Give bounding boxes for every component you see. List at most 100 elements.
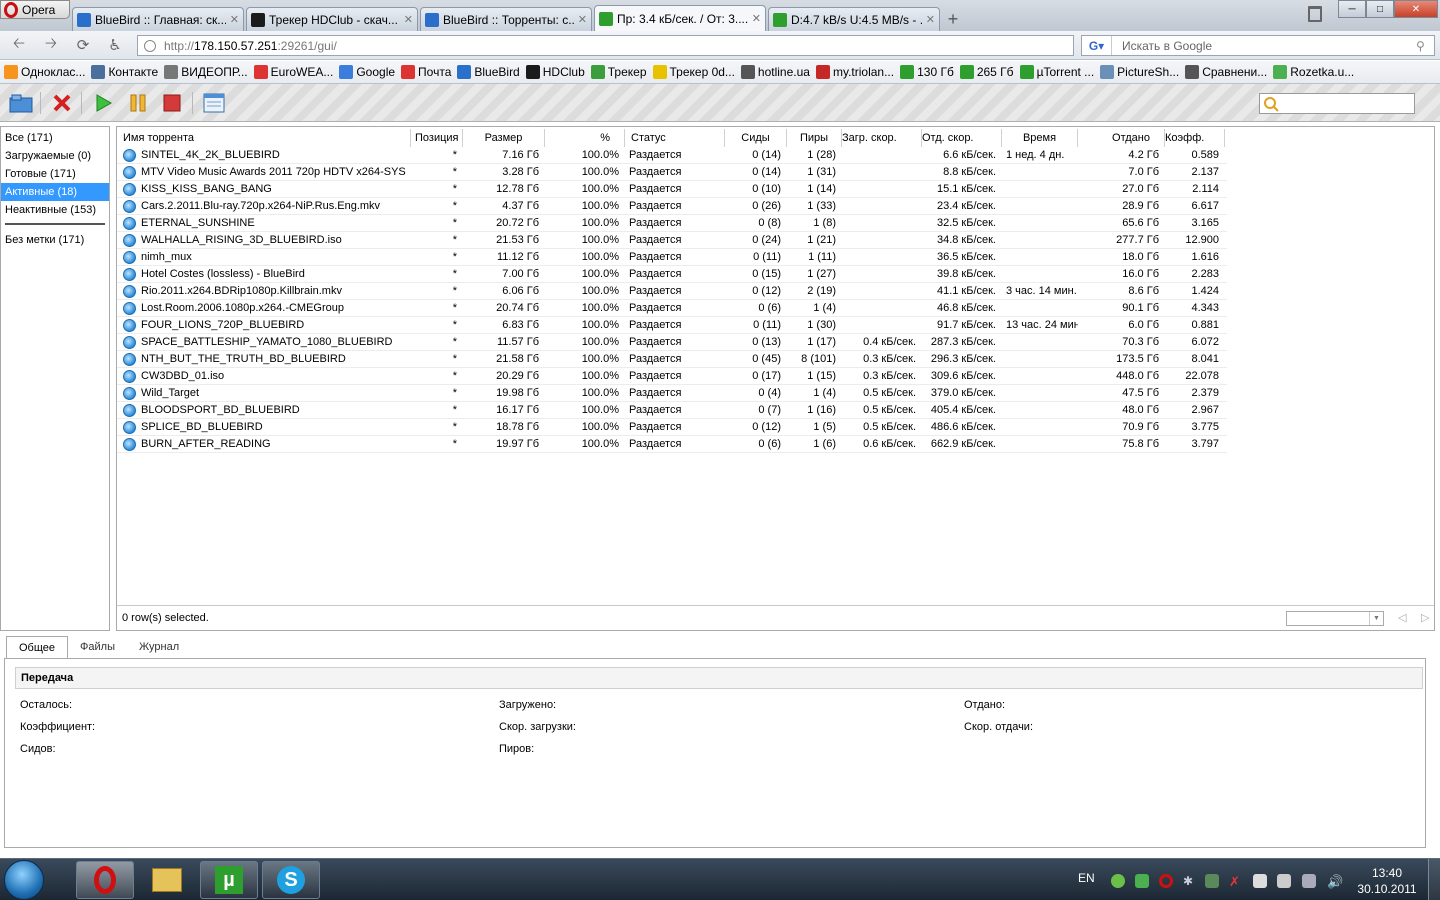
bookmark-item[interactable]: Rozetka.u... — [1273, 65, 1354, 79]
tray-icon[interactable] — [1111, 874, 1125, 888]
taskbar-skype[interactable]: S — [262, 861, 320, 899]
details-tab[interactable]: Журнал — [127, 636, 191, 659]
details-tab[interactable]: Файлы — [68, 636, 127, 659]
bookmark-item[interactable]: hotline.ua — [740, 65, 810, 79]
opera-tray-icon[interactable] — [1159, 874, 1173, 888]
bookmark-item[interactable]: ВИДЕОПР... — [164, 65, 248, 79]
torrent-row[interactable]: WALHALLA_RISING_3D_BLUEBIRD.iso * 21.53 Гб… — [117, 232, 1227, 249]
bookmark-item[interactable]: HDClub — [525, 65, 585, 79]
category-item[interactable]: Все (171) — [1, 129, 109, 147]
torrent-row[interactable]: SPACE_BATTLESHIP_YAMATO_1080_BLUEBIRD * 11… — [117, 334, 1227, 351]
google-icon[interactable]: G▾ — [1082, 36, 1112, 55]
bookmark-item[interactable]: Google — [339, 65, 395, 79]
add-torrent-icon[interactable] — [9, 92, 33, 114]
details-tab[interactable]: Общее — [6, 636, 69, 659]
taskbar-utorrent[interactable]: µ — [200, 861, 258, 899]
torrent-row[interactable]: Rio.2011.x264.BDRip1080p.Killbrain.mkv * 6… — [117, 283, 1227, 300]
next-page-icon[interactable]: ▷ — [1421, 611, 1429, 624]
tab-close-icon[interactable]: ✕ — [578, 13, 587, 26]
tray-icon[interactable] — [1253, 874, 1267, 888]
label-item[interactable]: Без метки (171) — [1, 231, 109, 249]
category-item[interactable]: Готовые (171) — [1, 165, 109, 183]
display-icon[interactable] — [1302, 874, 1316, 888]
torrent-row[interactable]: Cars.2.2011.Blu-ray.720p.x264-NiP.Rus.En… — [117, 198, 1227, 215]
torrent-row[interactable]: nimh_mux * 11.12 Гб 100.0% Раздается 0 (11) 1 … — [117, 249, 1227, 266]
show-desktop-button[interactable] — [1428, 859, 1440, 900]
torrent-row[interactable]: NTH_BUT_THE_TRUTH_BD_BLUEBIRD * 21.58 Гб 10… — [117, 351, 1227, 368]
action-center-icon[interactable] — [1277, 874, 1291, 888]
column-header[interactable]: Время — [1002, 129, 1078, 147]
taskbar-explorer[interactable] — [138, 861, 196, 899]
language-indicator[interactable]: EN — [1078, 871, 1095, 885]
column-header[interactable]: Коэфф. — [1165, 129, 1225, 147]
remove-torrent-icon[interactable] — [50, 92, 74, 114]
taskbar-opera[interactable] — [76, 861, 134, 899]
bookmark-item[interactable]: µTorrent ... — [1019, 65, 1094, 79]
column-header[interactable]: Отдано — [1078, 129, 1165, 147]
start-button[interactable] — [4, 860, 44, 900]
bookmark-item[interactable]: Однoклас... — [4, 65, 85, 79]
torrent-row[interactable]: SPLICE_BD_BLUEBIRD * 18.78 Гб 100.0% Раздает… — [117, 419, 1227, 436]
torrent-row[interactable]: Lost.Room.2006.1080p.x264.-CMEGroup * 20.7… — [117, 300, 1227, 317]
torrent-row[interactable]: Wild_Target * 19.98 Гб 100.0% Раздается 0 (4)… — [117, 385, 1227, 402]
torrent-row[interactable]: ETERNAL_SUNSHINE * 20.72 Гб 100.0% Раздается… — [117, 215, 1227, 232]
forward-arrow-icon[interactable]: 🡢 — [40, 35, 62, 54]
torrent-row[interactable]: MTV Video Music Awards 2011 720p HDTV x2… — [117, 164, 1227, 181]
bookmark-item[interactable]: Трекер — [590, 65, 647, 79]
volume-icon[interactable]: 🔊 — [1327, 874, 1343, 889]
column-header[interactable]: Отд. скор. — [922, 129, 1002, 147]
previous-page-icon[interactable]: ◁ — [1398, 611, 1406, 624]
torrent-row[interactable]: SINTEL_4K_2K_BLUEBIRD * 7.16 Гб 100.0% Разда… — [117, 147, 1227, 164]
trash-icon[interactable] — [1308, 6, 1322, 22]
column-header[interactable]: Позиция — [411, 129, 463, 147]
tab-close-icon[interactable]: ✕ — [752, 12, 761, 25]
tray-icon[interactable] — [1205, 874, 1219, 888]
column-header[interactable]: Размер — [463, 129, 545, 147]
category-item[interactable]: Неактивные (153) — [1, 201, 109, 219]
torrent-row[interactable]: KISS_KISS_BANG_BANG * 12.78 Гб 100.0% Раздае… — [117, 181, 1227, 198]
bookmark-item[interactable]: Сравнени... — [1185, 65, 1267, 79]
browser-tab[interactable]: D:4.7 kB/s U:4.5 MB/s - ... ✕ — [768, 7, 940, 31]
torrent-row[interactable]: BURN_AFTER_READING * 19.97 Гб 100.0% Раздает… — [117, 436, 1227, 453]
opera-menu-button[interactable]: Opera — [0, 0, 70, 19]
taskbar-clock[interactable]: 13:40 30.10.2011 — [1356, 865, 1418, 897]
column-header[interactable]: Имя торрента — [117, 129, 411, 147]
minimize-button[interactable]: ─ — [1338, 0, 1366, 18]
new-tab-button[interactable]: + — [942, 7, 964, 31]
category-item[interactable]: Активные (18) — [1, 183, 109, 201]
search-field[interactable]: G▾ Искать в Google ⚲ — [1081, 35, 1435, 56]
address-bar[interactable]: http://178.150.57.251:29261/gui/ — [137, 35, 1074, 56]
stop-icon[interactable] — [160, 92, 184, 114]
tab-close-icon[interactable]: ✕ — [926, 13, 935, 26]
start-icon[interactable] — [91, 92, 115, 114]
settings-window-icon[interactable] — [202, 92, 226, 114]
bookmark-item[interactable]: Трекер 0d... — [652, 65, 735, 79]
torrent-row[interactable]: CW3DBD_01.iso * 20.29 Гб 100.0% Раздается 0 (… — [117, 368, 1227, 385]
column-header[interactable]: Пиры — [787, 129, 842, 147]
bookmark-item[interactable]: 130 Гб — [900, 65, 954, 79]
page-select[interactable]: ▼ — [1286, 611, 1384, 626]
browser-tab[interactable]: Пр: 3.4 кБ/сек. / От: 3.... ✕ — [594, 5, 766, 31]
torrent-filter-input[interactable] — [1259, 93, 1415, 114]
bookmark-item[interactable]: EuroWEA... — [253, 65, 333, 79]
column-header[interactable]: % — [545, 129, 625, 147]
torrent-row[interactable]: Hotel Costes (lossless) - BlueBird * 7.00 … — [117, 266, 1227, 283]
browser-tab[interactable]: BlueBird :: Торренты: с... ✕ — [420, 7, 592, 31]
reload-icon[interactable]: ⟳ — [72, 36, 94, 54]
window-close-button[interactable]: ✕ — [1394, 0, 1438, 18]
bookmark-item[interactable]: Почта — [401, 65, 451, 79]
bluetooth-icon[interactable]: ✱ — [1183, 874, 1197, 888]
network-icon[interactable]: ✗ — [1229, 874, 1243, 889]
column-header[interactable]: Статус — [625, 129, 725, 147]
tray-icon[interactable] — [1135, 874, 1149, 888]
bookmark-item[interactable]: PictureSh... — [1100, 65, 1179, 79]
back-arrow-icon[interactable]: 🡠 — [8, 35, 30, 54]
category-item[interactable]: Загружаемые (0) — [1, 147, 109, 165]
maximize-button[interactable]: □ — [1366, 0, 1394, 18]
bookmark-item[interactable]: BlueBird — [457, 65, 520, 79]
browser-tab[interactable]: Трекер HDClub - скач... ✕ — [246, 7, 418, 31]
torrent-row[interactable]: BLOODSPORT_BD_BLUEBIRD * 16.17 Гб 100.0% Раз… — [117, 402, 1227, 419]
key-icon[interactable]: ♿ — [104, 36, 126, 54]
search-icon[interactable]: ⚲ — [1416, 39, 1434, 53]
pause-icon[interactable] — [126, 92, 150, 114]
